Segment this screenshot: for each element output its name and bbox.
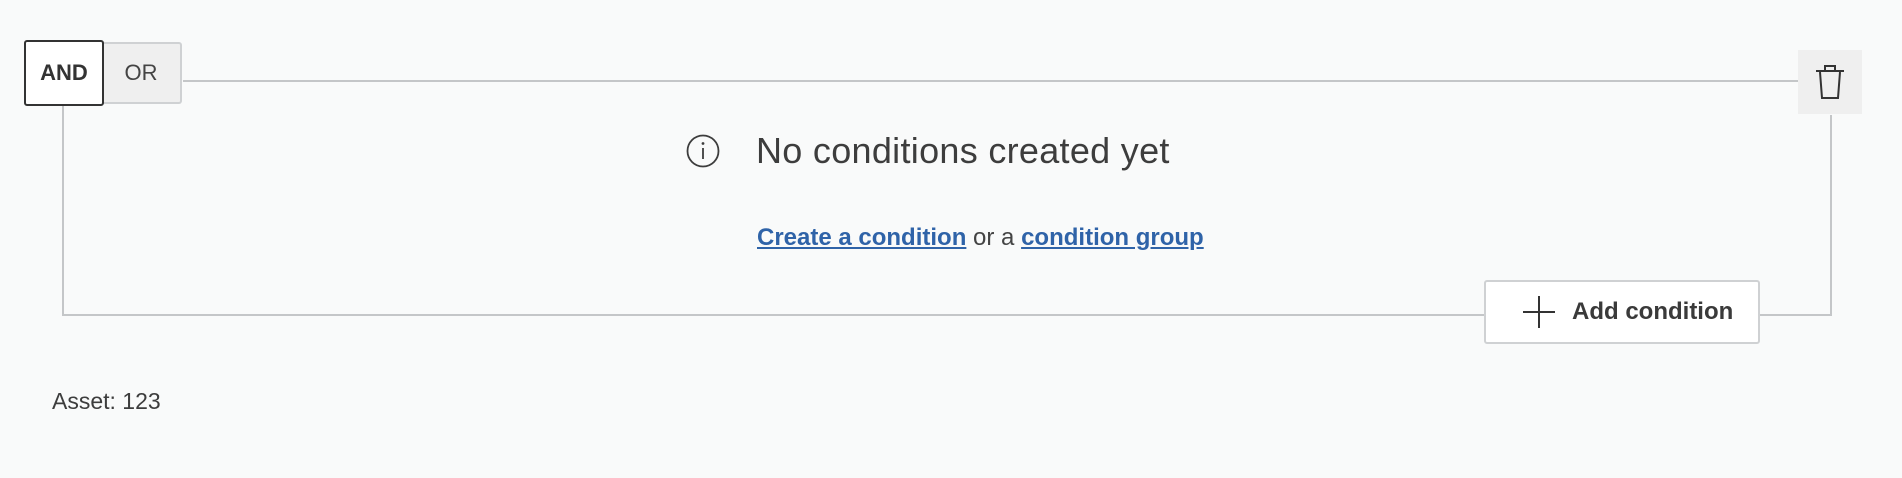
group-frame-right <box>1830 115 1832 316</box>
connector-text: or a <box>966 224 1022 251</box>
group-frame-bottom-end <box>1758 314 1832 316</box>
create-condition-link[interactable]: Create a condition <box>757 224 966 251</box>
and-button[interactable]: AND <box>24 40 104 106</box>
condition-group-link[interactable]: condition group <box>1021 224 1204 251</box>
condition-builder: AND OR No conditions created yet Create … <box>0 0 1902 478</box>
empty-state-text: No conditions created yet <box>756 130 1170 171</box>
and-or-toggle: AND OR <box>24 40 182 106</box>
add-condition-label: Add condition <box>1572 298 1734 325</box>
info-icon <box>686 134 720 168</box>
trash-icon <box>1816 65 1844 99</box>
asset-label: Asset: 123 <box>52 388 161 414</box>
group-frame-bottom <box>62 314 1485 316</box>
delete-group-button[interactable] <box>1798 50 1862 114</box>
group-frame-left <box>62 106 64 316</box>
group-frame-top <box>183 80 1799 82</box>
plus-icon <box>1523 296 1555 328</box>
or-button[interactable]: OR <box>102 42 182 104</box>
add-condition-button[interactable]: Add condition <box>1484 280 1760 344</box>
empty-state-title: No conditions created yet <box>686 130 1170 172</box>
empty-state-links: Create a condition or a condition group <box>757 224 1204 252</box>
